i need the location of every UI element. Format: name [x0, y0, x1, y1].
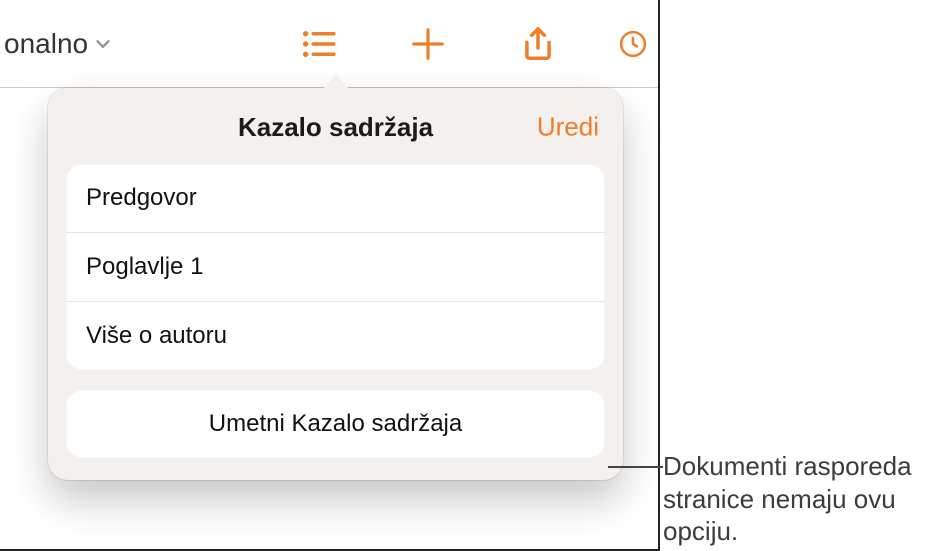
toolbar: onalno: [0, 0, 658, 88]
toc-item[interactable]: Predgovor: [66, 164, 605, 232]
callout-leader-line: [608, 466, 663, 468]
insert-toc-button[interactable]: Umetni Kazalo sadržaja: [66, 390, 605, 458]
chevron-down-icon: [92, 33, 114, 55]
history-icon[interactable]: [618, 14, 648, 74]
app-window: onalno: [0, 0, 660, 551]
callout-text: Dokumenti rasporeda stranice nemaju ovu …: [663, 450, 933, 548]
share-icon[interactable]: [508, 14, 568, 74]
toc-bullets-icon[interactable]: [288, 14, 348, 74]
popover-header: Kazalo sadržaja Uredi: [66, 104, 605, 150]
toc-item[interactable]: Više o autoru: [66, 301, 605, 370]
add-icon[interactable]: [398, 14, 458, 74]
toc-item-label: Više o autoru: [86, 322, 227, 349]
insert-toc-label: Umetni Kazalo sadržaja: [209, 410, 462, 437]
toc-list: Predgovor Poglavlje 1 Više o autoru: [66, 164, 605, 370]
popover-title: Kazalo sadržaja: [238, 112, 433, 143]
toc-item[interactable]: Poglavlje 1: [66, 232, 605, 301]
edit-button[interactable]: Uredi: [537, 112, 599, 143]
back-nav[interactable]: onalno: [0, 28, 114, 60]
toc-item-label: Poglavlje 1: [86, 253, 203, 280]
toolbar-icons: [288, 0, 648, 87]
toc-popover: Kazalo sadržaja Uredi Predgovor Poglavlj…: [48, 88, 623, 480]
toc-item-label: Predgovor: [86, 184, 197, 211]
back-nav-label: onalno: [4, 28, 88, 60]
